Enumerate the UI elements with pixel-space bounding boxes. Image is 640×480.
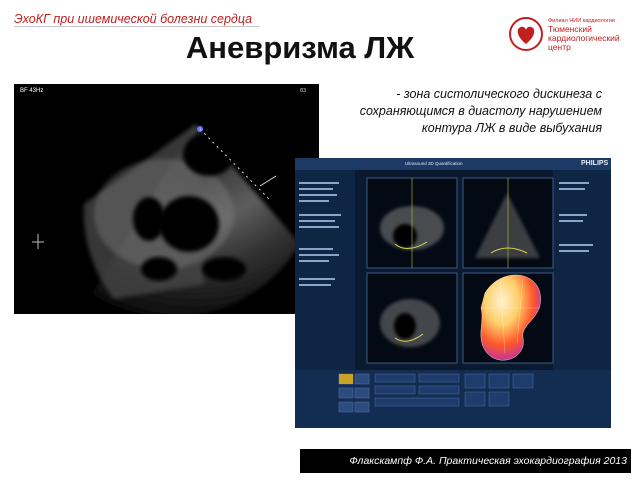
- heart-logo-icon: [509, 17, 543, 51]
- citation-footer: Флакскампф Ф.А. Практическая эхокардиогр…: [300, 449, 631, 473]
- institution-logo: Филиал НИИ кардиологии Тюменский кардиол…: [508, 14, 624, 56]
- qlab-graphic: [295, 158, 611, 428]
- logo-name-text: Тюменский кардиологический центр: [548, 24, 620, 52]
- echocardiogram-image: BF 43Hz 83: [14, 84, 319, 317]
- 3d-quantification-screenshot: Ultrasound 3D Quantification PHILIPS: [295, 158, 611, 428]
- echo-depth-label: 83: [300, 88, 307, 94]
- slide-subtitle: ЭхоКГ при ишемической болезни сердца: [14, 12, 253, 26]
- aneurysm-description: - зона систолического дискинеза с сохран…: [359, 87, 602, 135]
- qlab-window-title: Ultrasound 3D Quantification: [405, 161, 463, 166]
- subtitle-underline: [14, 26, 260, 27]
- philips-brand-label: PHILIPS: [581, 160, 609, 167]
- echo-sector-graphic: [32, 124, 300, 317]
- echo-frame-rate-label: BF 43Hz: [20, 88, 44, 94]
